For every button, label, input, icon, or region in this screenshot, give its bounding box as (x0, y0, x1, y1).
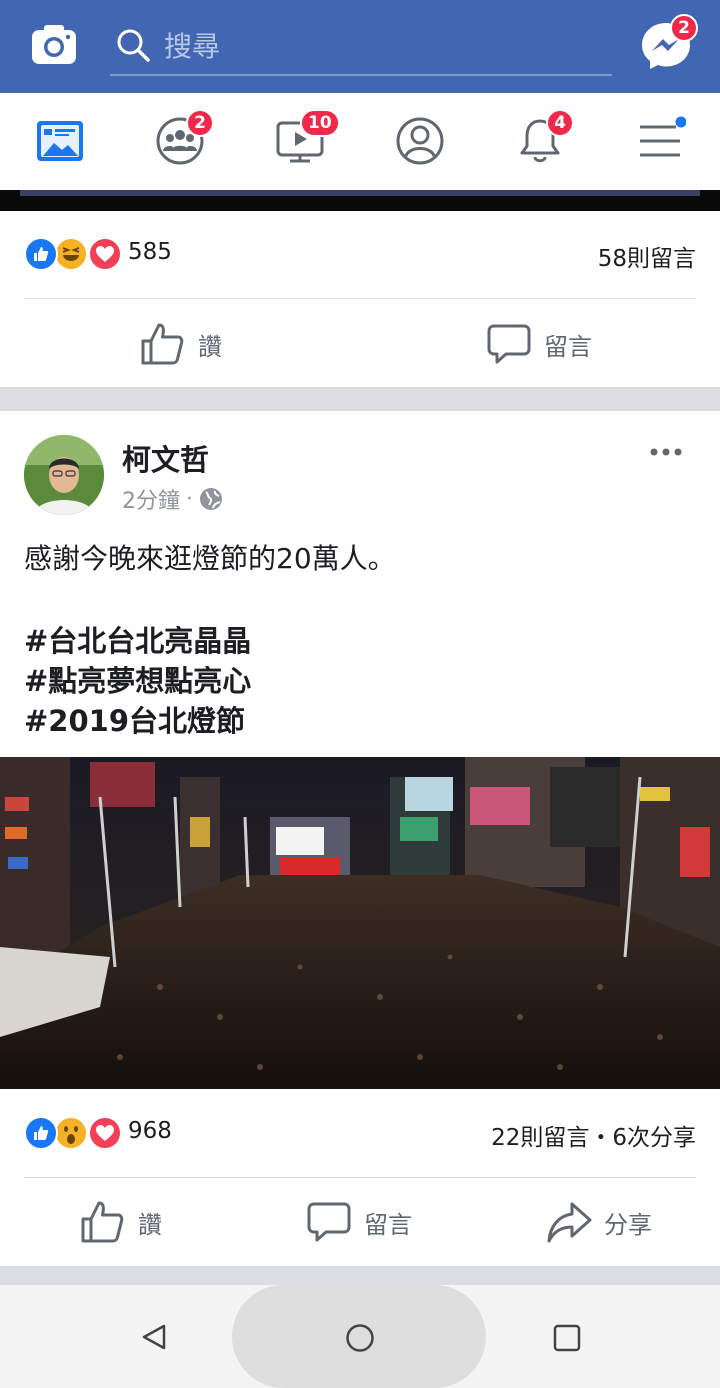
top-bar: 2 (0, 0, 720, 93)
love-reaction-icon (88, 237, 122, 271)
comment-label: 留言 (544, 332, 592, 361)
tab-groups[interactable]: 2 (150, 109, 214, 171)
profile-icon (396, 117, 444, 165)
like-reaction-icon (24, 237, 58, 271)
reaction-count: 585 (128, 239, 172, 265)
thumbs-up-icon (141, 323, 184, 365)
hashtag-link[interactable]: #2019台北燈節 (24, 701, 245, 741)
tab-notifications[interactable]: 4 (510, 109, 574, 171)
messenger-badge: 2 (670, 14, 698, 42)
tab-news-feed[interactable] (30, 111, 90, 171)
like-label: 讚 (198, 332, 222, 361)
camera-icon[interactable] (30, 22, 78, 68)
comment-count[interactable]: 58則留言 (598, 239, 696, 273)
comment-icon (487, 324, 531, 364)
post-time[interactable]: 2分鐘 (122, 483, 180, 515)
tab-watch[interactable]: 10 (270, 109, 340, 171)
groups-badge: 2 (186, 109, 214, 137)
meta-separator: · (186, 486, 193, 512)
nav-bar: 2 10 4 (0, 93, 720, 190)
news-feed-icon (37, 121, 83, 161)
wow-reaction-icon (54, 1116, 88, 1150)
post-photo[interactable] (0, 757, 720, 1089)
reaction-count: 968 (128, 1118, 172, 1144)
search-icon (117, 29, 150, 62)
search-input[interactable] (164, 26, 594, 66)
back-icon[interactable] (140, 1323, 168, 1351)
previous-post-footer: 585 58則留言 讚 留言 (0, 211, 720, 387)
like-button[interactable]: 讚 (140, 319, 222, 369)
comment-button[interactable]: 留言 (306, 1197, 412, 1247)
post-text: 感謝今晚來逛燈節的20萬人。 (24, 542, 396, 575)
menu-icon (640, 116, 686, 157)
like-label: 讚 (138, 1210, 162, 1239)
author-avatar[interactable] (24, 435, 104, 515)
share-button[interactable]: 分享 (546, 1197, 652, 1247)
post-options-button[interactable] (644, 439, 688, 465)
post-meta: 2分鐘 · (122, 483, 223, 515)
comment-icon (307, 1202, 351, 1242)
love-reaction-icon (88, 1116, 122, 1150)
home-icon[interactable] (345, 1323, 375, 1353)
system-nav-bar (0, 1285, 720, 1388)
globe-icon (200, 488, 222, 510)
tab-menu[interactable] (630, 111, 690, 171)
like-reaction-icon (24, 1116, 58, 1150)
tab-profile[interactable] (390, 111, 450, 171)
post-author[interactable]: 柯文哲 (122, 437, 209, 479)
thumbs-up-icon (81, 1201, 124, 1243)
hashtag-link[interactable]: #台北台北亮晶晶 (24, 621, 251, 661)
comment-button[interactable]: 留言 (486, 319, 592, 369)
recents-icon[interactable] (553, 1324, 581, 1352)
search-bar[interactable] (110, 18, 612, 76)
hashtag-link[interactable]: #點亮夢想點亮心 (24, 661, 251, 701)
comment-label: 留言 (364, 1210, 412, 1239)
notifications-badge: 4 (546, 109, 574, 137)
comments-shares-count[interactable]: 22則留言・6次分享 (491, 1118, 696, 1152)
more-icon (650, 448, 682, 456)
previous-post-media[interactable] (0, 190, 720, 211)
like-button[interactable]: 讚 (80, 1197, 162, 1247)
haha-reaction-icon (54, 237, 88, 271)
messenger-icon[interactable]: 2 (640, 14, 698, 70)
share-label: 分享 (604, 1210, 652, 1239)
post-footer: 968 22則留言・6次分享 讚 留言 分享 (0, 1089, 720, 1266)
share-icon (547, 1202, 592, 1243)
watch-badge: 10 (300, 109, 340, 137)
